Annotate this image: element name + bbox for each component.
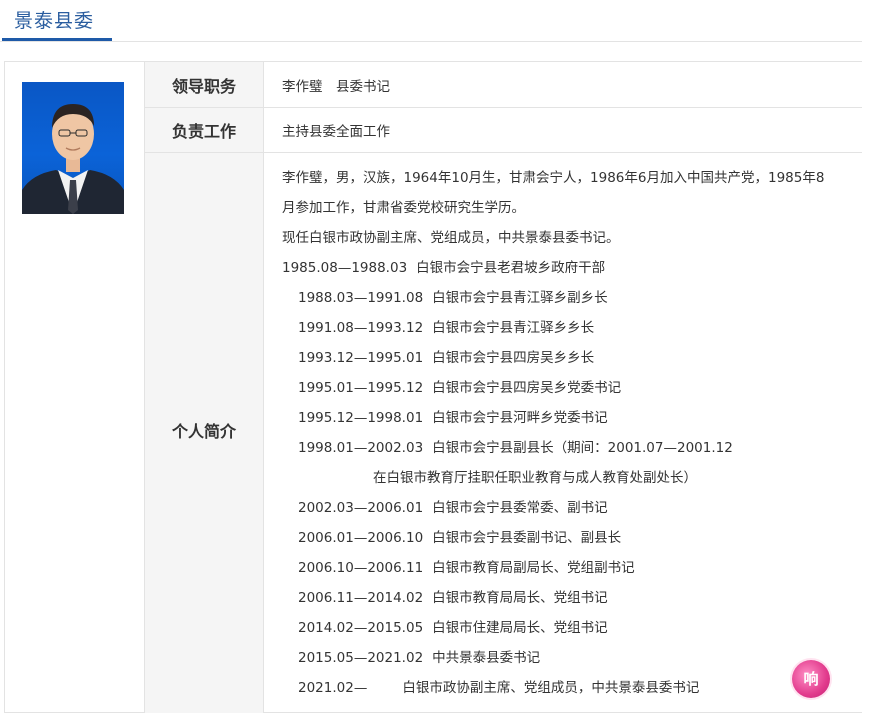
career-period: 2014.02—2015.05 <box>298 620 424 636</box>
career-description: 白银市教育局局长、党组书记 <box>432 590 608 606</box>
career-entry: 2006.10—2006.11 白银市教育局副局长、党组副书记 <box>298 556 635 576</box>
career-description: 白银市会宁县副县长（期间：2001.07—2001.12 <box>432 440 733 456</box>
career-period: 2015.05—2021.02 <box>298 650 424 666</box>
career-period: 2006.10—2006.11 <box>298 560 424 576</box>
career-entry: 1995.01—1995.12 白银市会宁县四房吴乡党委书记 <box>298 376 621 396</box>
career-entry: 1988.03—1991.08 白银市会宁县青江驿乡副乡长 <box>298 286 608 306</box>
leader-info-table: 领导职务 李作璧 县委书记 负责工作 主持县委全面工作 个人简介 李作璧，男，汉… <box>145 62 862 713</box>
career-period: 2002.03—2006.01 <box>298 500 424 516</box>
career-description: 在白银市教育厅挂职任职业教育与成人教育处副处长） <box>373 470 697 486</box>
career-description: 白银市会宁县老君坡乡政府干部 <box>416 260 606 276</box>
bio-line: 李作璧，男，汉族，1964年10月生，甘肃会宁人，1986年6月加入中国共产党，… <box>282 170 825 186</box>
career-entry: 2021.02— 白银市政协副主席、党组成员，中共景泰县委书记 <box>298 676 699 696</box>
career-entry: 1995.12—1998.01 白银市会宁县河畔乡党委书记 <box>298 406 608 426</box>
career-description: 白银市会宁县四房吴乡党委书记 <box>432 380 622 396</box>
duty-value: 主持县委全面工作 <box>282 124 390 140</box>
career-description: 白银市会宁县四房吴乡乡长 <box>432 350 595 366</box>
career-period: 1991.08—1993.12 <box>298 320 424 336</box>
row-bio: 个人简介 李作璧，男，汉族，1964年10月生，甘肃会宁人，1986年6月加入中… <box>145 153 862 713</box>
bio-label-cell: 个人简介 <box>145 153 264 713</box>
career-description: 白银市会宁县青江驿乡副乡长 <box>432 290 608 306</box>
title-underline <box>2 38 112 41</box>
career-period: 1995.12—1998.01 <box>298 410 424 426</box>
career-period: 1993.12—1995.01 <box>298 350 424 366</box>
career-entry: 2006.01—2006.10 白银市会宁县委副书记、副县长 <box>298 526 621 546</box>
career-period: 1988.03—1991.08 <box>298 290 424 306</box>
career-period: 2021.02— <box>298 680 368 696</box>
career-entry: 2015.05—2021.02 中共景泰县委书记 <box>298 646 540 666</box>
row-duty: 负责工作 主持县委全面工作 <box>145 108 862 153</box>
bio-line: 月参加工作，甘肃省委党校研究生学历。 <box>282 200 525 216</box>
site-logo-badge: 响 <box>792 660 830 698</box>
position-label: 领导职务 <box>145 62 264 107</box>
bio-line: 现任白银市政协副主席、党组成员，中共景泰县委书记。 <box>282 230 620 246</box>
career-entry: 1985.08—1988.03 白银市会宁县老君坡乡政府干部 <box>282 256 605 276</box>
photo-column <box>5 62 145 712</box>
duty-label: 负责工作 <box>145 108 264 152</box>
leader-portrait-photo <box>22 82 124 214</box>
career-period: 1985.08—1988.03 <box>282 260 408 276</box>
career-description: 白银市会宁县委常委、副书记 <box>432 500 608 516</box>
career-entry: 2006.11—2014.02 白银市教育局局长、党组书记 <box>298 586 608 606</box>
career-period: 1995.01—1995.12 <box>298 380 424 396</box>
career-description: 白银市会宁县河畔乡党委书记 <box>432 410 608 426</box>
leader-profile-card: 领导职务 李作璧 县委书记 负责工作 主持县委全面工作 个人简介 李作璧，男，汉… <box>4 61 862 713</box>
logo-text: 响 <box>803 670 819 688</box>
career-description: 白银市会宁县委副书记、副县长 <box>432 530 622 546</box>
page-title: 景泰县委 <box>14 10 95 32</box>
career-period: 2006.11—2014.02 <box>298 590 424 606</box>
position-value: 李作璧 县委书记 <box>282 78 390 95</box>
career-entry: 1998.01—2002.03 白银市会宁县副县长（期间：2001.07—2001… <box>298 436 733 456</box>
career-period: 1998.01—2002.03 <box>298 440 424 456</box>
page-header: 景泰县委 <box>0 0 862 42</box>
career-entry: 在白银市教育厅挂职任职业教育与成人教育处副处长） <box>373 466 697 486</box>
career-entry: 2014.02—2015.05 白银市住建局局长、党组书记 <box>298 616 608 636</box>
portrait-illustration <box>22 104 124 214</box>
career-description: 白银市会宁县青江驿乡乡长 <box>432 320 595 336</box>
career-description: 白银市教育局副局长、党组副书记 <box>432 560 635 576</box>
bio-label: 个人简介 <box>171 422 236 441</box>
career-description: 白银市住建局局长、党组书记 <box>432 620 608 636</box>
career-entry: 2002.03—2006.01 白银市会宁县委常委、副书记 <box>298 496 608 516</box>
career-description: 白银市政协副主席、党组成员，中共景泰县委书记 <box>402 680 700 696</box>
career-description: 中共景泰县委书记 <box>432 650 541 666</box>
row-position: 领导职务 李作璧 县委书记 <box>145 62 862 108</box>
career-entry: 1993.12—1995.01 白银市会宁县四房吴乡乡长 <box>298 346 594 366</box>
career-period: 2006.01—2006.10 <box>298 530 424 546</box>
career-entry: 1991.08—1993.12 白银市会宁县青江驿乡乡长 <box>298 316 594 336</box>
